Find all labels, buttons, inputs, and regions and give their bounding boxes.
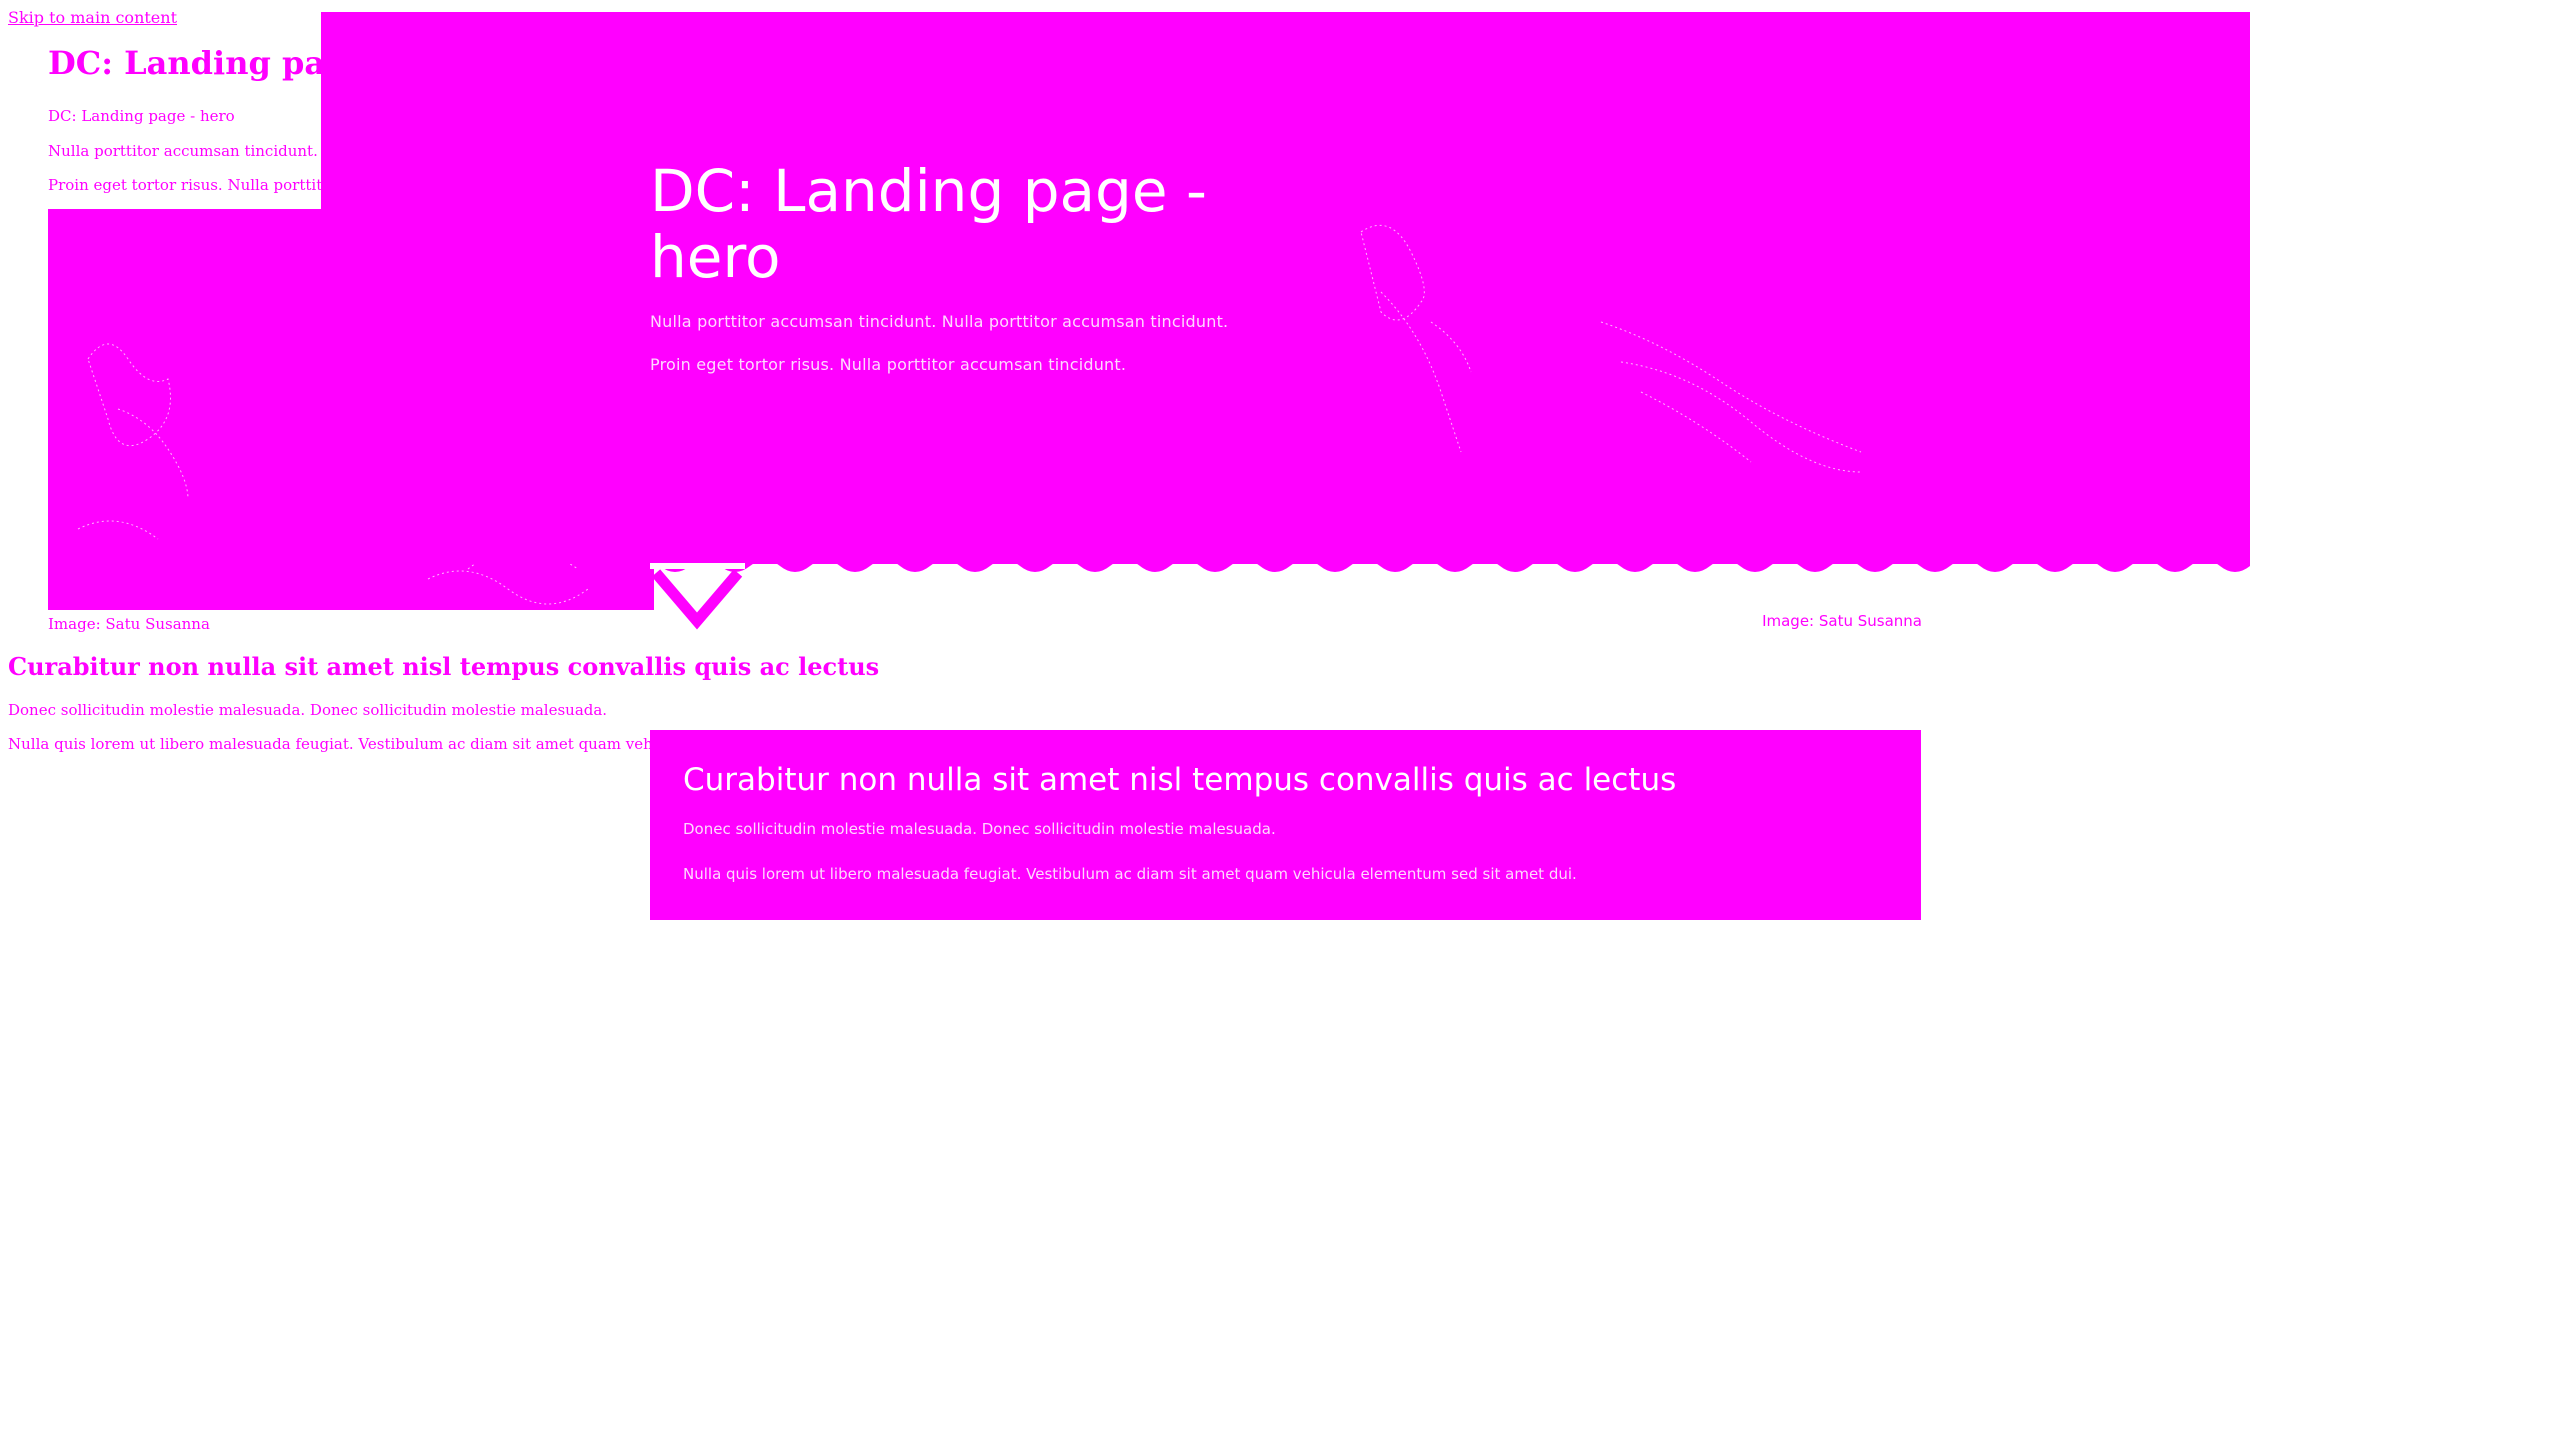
wave-divider <box>650 560 2250 572</box>
hero-image-caption: Image: Satu Susanna <box>1762 612 1922 630</box>
hero-paragraph-2: Proin eget tortor risus. Nulla porttitor… <box>650 355 1127 374</box>
hero-banner <box>321 12 2250 564</box>
content-card: Curabitur non nulla sit amet nisl tempus… <box>650 730 1921 920</box>
base-subtitle: DC: Landing page - hero <box>48 107 235 125</box>
card-paragraph-2: Nulla quis lorem ut libero malesuada feu… <box>683 865 1577 883</box>
hero-content: DC: Landing page - hero Nulla porttitor … <box>650 158 1270 374</box>
hero-paragraph-1: Nulla porttitor accumsan tincidunt. Null… <box>650 312 1229 331</box>
base-section-title: Curabitur non nulla sit amet nisl tempus… <box>8 652 880 681</box>
hero-title: DC: Landing page - hero <box>650 157 1207 291</box>
skip-to-main-link[interactable]: Skip to main content <box>8 8 177 27</box>
base-image-caption: Image: Satu Susanna <box>48 615 210 633</box>
card-title: Curabitur non nulla sit amet nisl tempus… <box>683 762 1677 798</box>
chevron-down-icon[interactable] <box>650 563 745 635</box>
card-paragraph-1: Donec sollicitudin molestie malesuada. D… <box>683 820 1276 838</box>
base-section-paragraph-1: Donec sollicitudin molestie malesuada. D… <box>8 701 608 719</box>
hero-sketch-art <box>1360 224 1862 473</box>
